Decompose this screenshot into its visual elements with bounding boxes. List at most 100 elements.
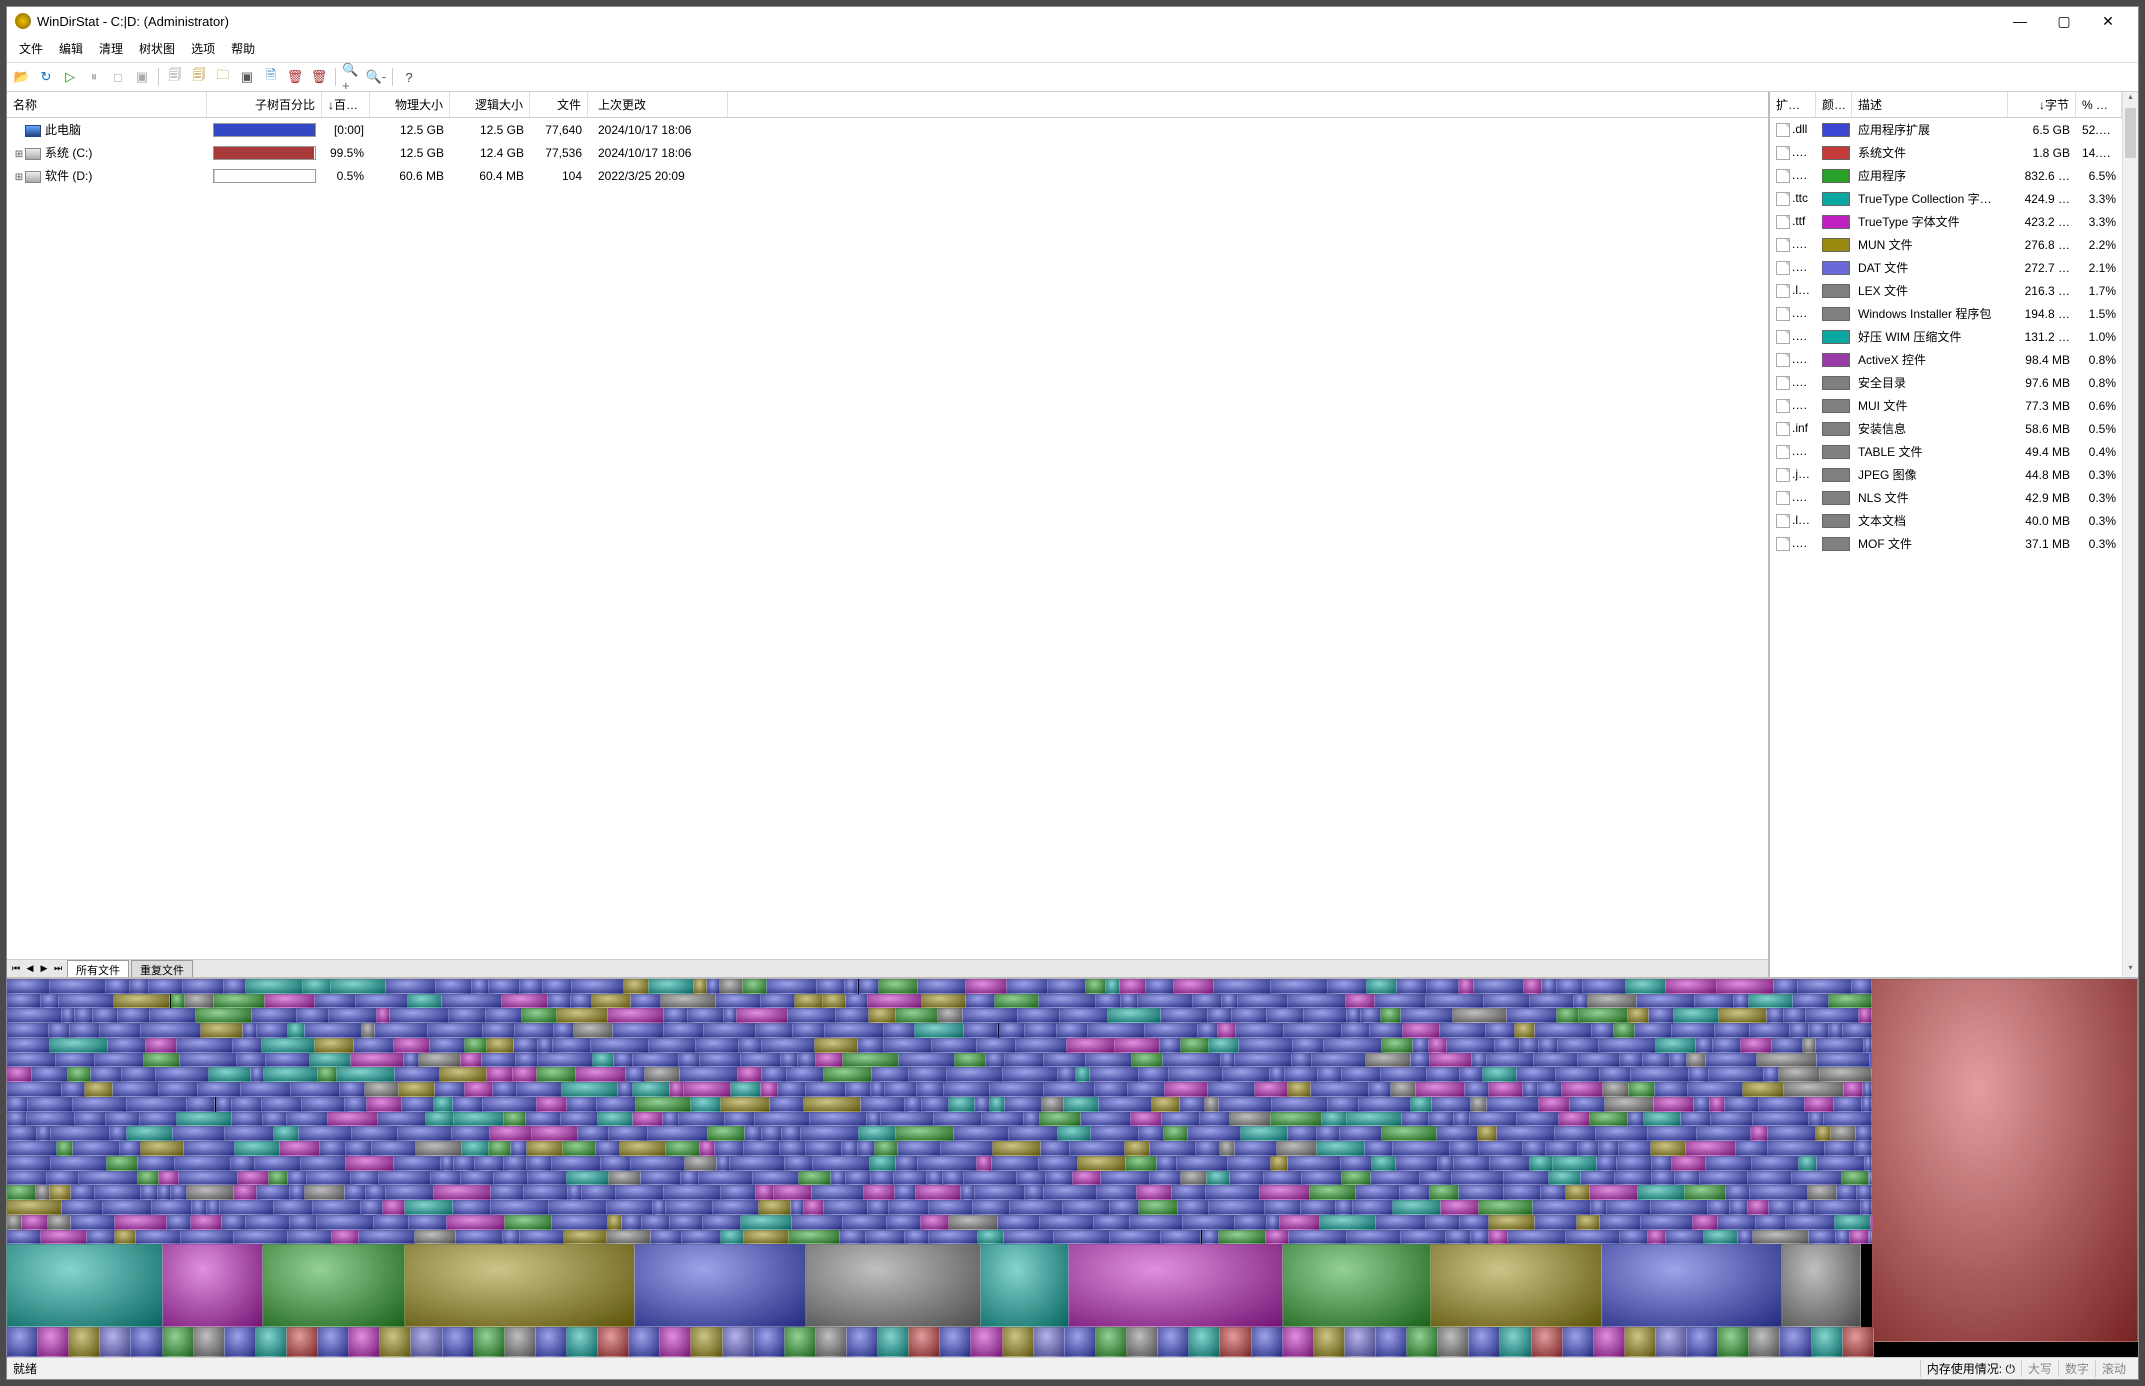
treemap-block[interactable] [36, 1185, 50, 1200]
treemap-block[interactable] [38, 1327, 69, 1357]
treemap-block[interactable] [1842, 1171, 1870, 1186]
treemap-block[interactable] [522, 1008, 557, 1023]
treemap-block[interactable] [1577, 1215, 1600, 1230]
treemap-block[interactable] [198, 1082, 241, 1097]
treemap-block[interactable] [1753, 1112, 1809, 1127]
treemap-block[interactable] [50, 1185, 71, 1200]
treemap-block[interactable] [1058, 1067, 1076, 1082]
treemap-block[interactable] [7, 1215, 22, 1230]
treemap-block[interactable] [7, 979, 50, 994]
treemap-block[interactable] [1644, 1112, 1680, 1127]
treemap-block[interactable] [1342, 1067, 1381, 1082]
treemap-block[interactable] [895, 1185, 916, 1200]
treemap-block[interactable] [390, 1008, 449, 1023]
treemap-block[interactable] [999, 1023, 1025, 1038]
treemap-block[interactable] [754, 1327, 785, 1357]
treemap-block[interactable] [1073, 1171, 1101, 1186]
treemap-block[interactable] [696, 1038, 739, 1053]
treemap-block[interactable] [257, 1023, 288, 1038]
treemap-block[interactable] [7, 1171, 47, 1186]
treemap-block[interactable] [1508, 1230, 1566, 1245]
treemap-block[interactable] [144, 1053, 179, 1068]
treemap-block[interactable] [163, 1244, 263, 1327]
treemap-block[interactable] [1042, 1097, 1064, 1112]
treemap-block[interactable] [233, 1038, 262, 1053]
treemap-block[interactable] [1401, 1008, 1453, 1023]
treemap-block[interactable] [576, 1067, 625, 1082]
tree-body[interactable]: 此电脑[0:00]12.5 GB12.5 GB77,6402024/10/17 … [7, 118, 1768, 959]
treemap-block[interactable] [489, 979, 520, 994]
treemap-block[interactable] [614, 1053, 633, 1068]
treemap-block[interactable] [131, 1327, 162, 1357]
treemap-block[interactable] [741, 1215, 791, 1230]
treemap-block[interactable] [1629, 1082, 1655, 1097]
treemap-block[interactable] [171, 1185, 186, 1200]
treemap-block[interactable] [1162, 1112, 1201, 1127]
treemap-block[interactable] [7, 1038, 50, 1053]
treemap-block[interactable] [1844, 1082, 1864, 1097]
treemap-block[interactable] [1304, 1008, 1347, 1023]
treemap-block[interactable] [681, 1171, 698, 1186]
treemap-block[interactable] [1759, 1097, 1806, 1112]
treemap-block[interactable] [1517, 1112, 1559, 1127]
treemap-block[interactable] [548, 994, 571, 1009]
treemap-block[interactable] [1815, 1200, 1861, 1215]
treemap-block[interactable] [1486, 1023, 1515, 1038]
treemap-block[interactable] [922, 1097, 948, 1112]
treemap-block[interactable] [196, 1008, 251, 1023]
treemap-block[interactable] [1097, 1185, 1136, 1200]
treemap-block[interactable] [1535, 1023, 1592, 1038]
treemap-block[interactable] [918, 1156, 977, 1171]
treemap-block[interactable] [7, 1053, 56, 1068]
menu-清理[interactable]: 清理 [91, 37, 131, 60]
treemap-block[interactable] [879, 979, 918, 994]
tree-row[interactable]: ⊞软件 (D:)0.5%60.6 MB60.4 MB1042022/3/25 2… [7, 164, 1768, 187]
treemap-block[interactable] [1400, 1185, 1430, 1200]
treemap-block[interactable] [1120, 979, 1146, 994]
menu-帮助[interactable]: 帮助 [223, 37, 263, 60]
treemap-block[interactable] [207, 1200, 220, 1215]
treemap-block[interactable] [224, 979, 246, 994]
treemap-block[interactable] [940, 1327, 971, 1357]
treemap-block[interactable] [1816, 1038, 1864, 1053]
treemap-block[interactable] [216, 1097, 233, 1112]
treemap-block[interactable] [1218, 1023, 1236, 1038]
treemap-block[interactable] [399, 1082, 435, 1097]
treemap-block[interactable] [762, 1038, 816, 1053]
treemap-block[interactable] [1288, 994, 1347, 1009]
treemap-block[interactable] [1311, 1082, 1369, 1097]
treemap-block[interactable] [842, 1141, 858, 1156]
maximize-button[interactable]: ▢ [2042, 8, 2086, 34]
treemap-block[interactable] [536, 1327, 567, 1357]
treemap-block[interactable] [449, 1008, 486, 1023]
treemap-block[interactable] [1507, 1008, 1557, 1023]
treemap-block[interactable] [1317, 1141, 1365, 1156]
treemap-block[interactable] [1465, 1082, 1489, 1097]
treemap-block[interactable] [1420, 1171, 1452, 1186]
treemap-block[interactable] [443, 1327, 474, 1357]
col-last-modified[interactable]: 上次更改 [588, 92, 728, 117]
treemap-block[interactable] [538, 1053, 594, 1068]
treemap-block[interactable] [365, 1082, 399, 1097]
treemap-block[interactable] [1799, 1156, 1817, 1171]
treemap-block[interactable] [1603, 1082, 1629, 1097]
treemap-block[interactable] [1145, 1023, 1197, 1038]
treemap-block[interactable] [85, 1082, 113, 1097]
treemap-block[interactable] [932, 1038, 977, 1053]
treemap-block[interactable] [645, 1067, 680, 1082]
treemap-block[interactable] [115, 1230, 137, 1245]
treemap-block[interactable] [1599, 1038, 1656, 1053]
treemap-block[interactable] [266, 1053, 311, 1068]
treemap-block[interactable] [100, 1023, 141, 1038]
treemap-block[interactable] [1137, 1185, 1173, 1200]
treemap-block[interactable] [1687, 1053, 1706, 1068]
treemap-block[interactable] [870, 1156, 896, 1171]
treemap-block[interactable] [1666, 1230, 1704, 1245]
treemap-block[interactable] [1687, 1327, 1718, 1357]
treemap-block[interactable] [1656, 1038, 1695, 1053]
scroll-down-icon[interactable]: ▾ [2123, 963, 2138, 977]
treemap-block[interactable] [738, 1067, 762, 1082]
treemap-block[interactable] [1160, 1038, 1181, 1053]
treemap-block[interactable] [1347, 1230, 1401, 1245]
treemap-block[interactable] [156, 1067, 209, 1082]
